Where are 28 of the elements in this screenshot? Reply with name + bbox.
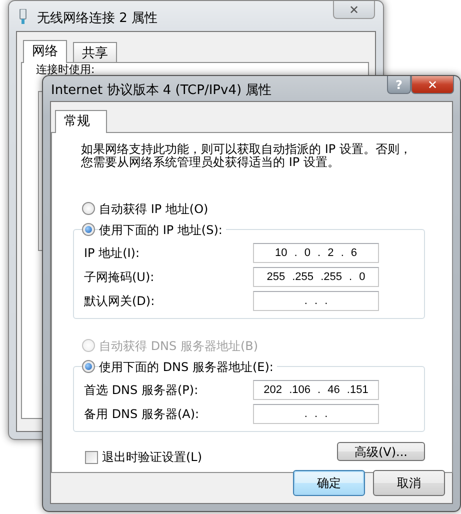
advanced-button[interactable]: 高级(V)... bbox=[337, 442, 425, 460]
field-label: 备用 DNS 服务器(A): bbox=[83, 406, 200, 423]
field-label: 默认网关(D): bbox=[83, 293, 155, 310]
checkbox-label: 退出时验证设置(L) bbox=[102, 449, 202, 466]
field-label: IP 地址(I): bbox=[83, 245, 140, 262]
network-adapter-icon bbox=[19, 9, 27, 25]
close-button[interactable]: ✕ bbox=[411, 76, 454, 94]
ok-button[interactable]: 确定 bbox=[293, 470, 365, 496]
radio-button[interactable] bbox=[82, 202, 95, 215]
dialog-title: Internet 协议版本 4 (TCP/IPv4) 属性 bbox=[51, 82, 272, 100]
ip-address-field[interactable]: 10 . 0 . 2 . 6 bbox=[253, 243, 379, 263]
tab[interactable]: 常规 bbox=[55, 110, 107, 133]
ip-address-field[interactable]: . . . bbox=[253, 404, 379, 424]
ip-address-field[interactable]: 255 .255 .255 . 0 bbox=[253, 267, 379, 287]
ip-address-field[interactable]: . . . bbox=[253, 291, 379, 311]
checkbox[interactable] bbox=[85, 450, 98, 464]
cancel-button[interactable]: 取消 bbox=[373, 470, 445, 496]
radio-button[interactable] bbox=[82, 360, 95, 373]
window-title: 无线网络连接 2 属性 bbox=[37, 10, 158, 28]
close-button[interactable]: ✕ bbox=[333, 1, 375, 19]
radio-button[interactable] bbox=[82, 223, 95, 236]
field-label: 首选 DNS 服务器(P): bbox=[83, 382, 198, 399]
tab[interactable]: 共享 bbox=[73, 42, 117, 63]
description-text: 如果网络支持此功能，则可以获取自动指派的 IP 设置。否则，您需要从网络系统管理员处获得适当的 IP 设置。 bbox=[80, 143, 412, 169]
field-label: 子网掩码(U): bbox=[83, 269, 154, 286]
section-label: 连接时使用: bbox=[36, 63, 95, 76]
tab[interactable]: 网络 bbox=[23, 40, 67, 63]
ip-address-field[interactable]: 202 .106 . 46 .151 bbox=[253, 380, 379, 400]
